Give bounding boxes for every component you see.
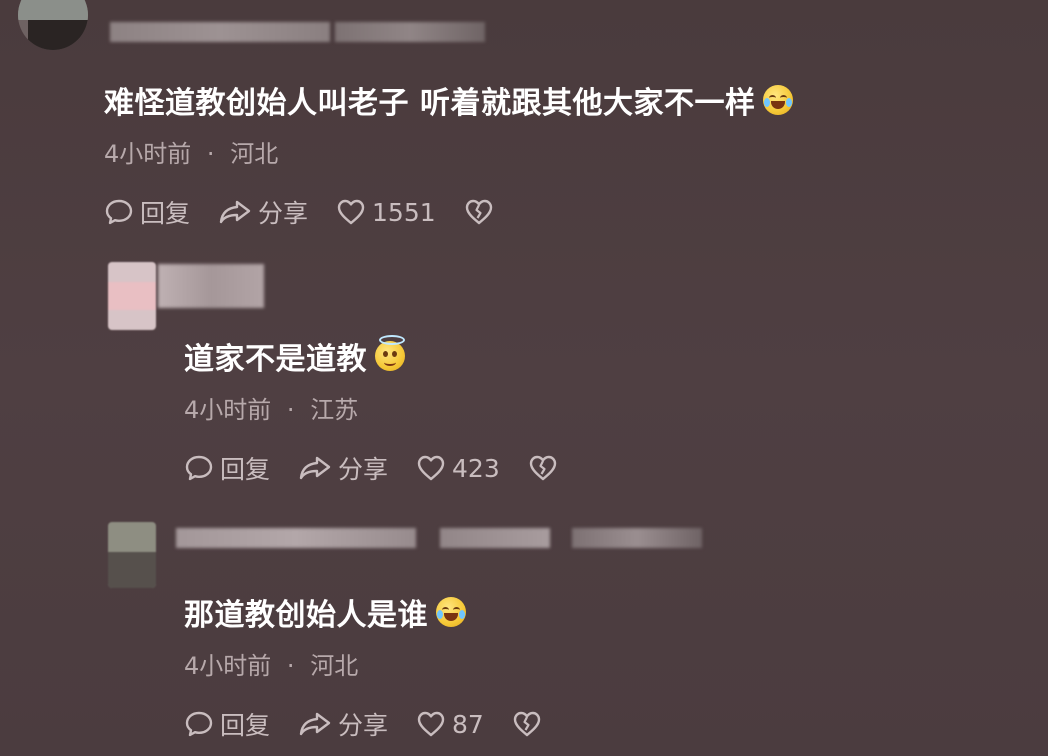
comment-text: 难怪道教创始人叫老子 听着就跟其他大家不一样 bbox=[104, 78, 794, 122]
comment-time: 4小时前 bbox=[184, 652, 272, 680]
share-label: 分享 bbox=[338, 711, 389, 740]
reply-label: 回复 bbox=[220, 711, 271, 740]
share-button[interactable]: 分享 bbox=[298, 706, 388, 742]
dislike-button[interactable] bbox=[512, 709, 548, 739]
comment-3: 那道教创始人是谁 4小时前 · 河北 回复 分享 87 bbox=[0, 506, 1048, 756]
reply-label: 回复 bbox=[140, 199, 191, 228]
comment-text-body: 那道教创始人是谁 bbox=[184, 598, 428, 633]
laugh-cry-emoji-icon bbox=[763, 85, 794, 115]
share-button[interactable]: 分享 bbox=[298, 450, 388, 486]
laugh-cry-emoji-icon bbox=[436, 597, 466, 627]
comment-1: 难怪道教创始人叫老子 听着就跟其他大家不一样 4小时前 · 河北 回复 分享 1… bbox=[0, 0, 1048, 240]
dislike-button[interactable] bbox=[464, 197, 500, 227]
broken-heart-icon bbox=[465, 199, 492, 225]
halo-smile-emoji-icon bbox=[375, 335, 405, 371]
username-blurred[interactable] bbox=[110, 22, 330, 42]
meta-separator: · bbox=[206, 140, 215, 168]
comment-actions: 回复 分享 1551 bbox=[104, 194, 528, 230]
like-button[interactable]: 1551 bbox=[336, 197, 436, 227]
comment-location: 河北 bbox=[230, 140, 279, 168]
like-button[interactable]: 423 bbox=[416, 453, 500, 483]
like-count: 1551 bbox=[372, 197, 436, 227]
share-label: 分享 bbox=[258, 199, 309, 228]
meta-separator: · bbox=[286, 396, 295, 424]
reply-bubble-icon bbox=[185, 455, 213, 481]
comment-actions: 回复 分享 87 bbox=[184, 706, 576, 742]
dislike-button[interactable] bbox=[528, 453, 564, 483]
broken-heart-icon bbox=[529, 455, 556, 481]
username-blurred[interactable] bbox=[176, 528, 416, 548]
reply-button[interactable]: 回复 bbox=[184, 450, 270, 486]
comment-text-body: 道家不是道教 bbox=[184, 342, 367, 377]
reply-label: 回复 bbox=[220, 455, 271, 484]
reply-button[interactable]: 回复 bbox=[104, 194, 190, 230]
comment-time: 4小时前 bbox=[104, 140, 192, 168]
reply-bubble-icon bbox=[105, 199, 133, 225]
share-label: 分享 bbox=[338, 455, 389, 484]
like-count: 423 bbox=[452, 453, 500, 483]
share-arrow-icon bbox=[299, 456, 331, 480]
like-button[interactable]: 87 bbox=[416, 709, 484, 739]
avatar[interactable] bbox=[108, 522, 156, 588]
comment-text: 那道教创始人是谁 bbox=[184, 590, 466, 634]
share-button[interactable]: 分享 bbox=[218, 194, 308, 230]
avatar[interactable] bbox=[18, 0, 88, 50]
comment-actions: 回复 分享 423 bbox=[184, 450, 592, 486]
comment-text-body: 难怪道教创始人叫老子 听着就跟其他大家不一样 bbox=[104, 86, 756, 121]
avatar[interactable] bbox=[108, 262, 156, 330]
heart-icon bbox=[337, 199, 365, 225]
comment-meta: 4小时前 · 河北 bbox=[104, 134, 278, 169]
reply-bubble-icon bbox=[185, 711, 213, 737]
comment-2: 道家不是道教 4小时前 · 江苏 回复 分享 423 bbox=[0, 250, 1048, 500]
username-blurred-extra bbox=[572, 528, 702, 548]
heart-icon bbox=[417, 455, 445, 481]
username-blurred-extra bbox=[335, 22, 485, 42]
comment-text: 道家不是道教 bbox=[184, 334, 405, 378]
share-arrow-icon bbox=[299, 712, 331, 736]
username-blurred-extra bbox=[440, 528, 550, 548]
reply-button[interactable]: 回复 bbox=[184, 706, 270, 742]
comment-meta: 4小时前 · 江苏 bbox=[184, 390, 358, 425]
comment-location: 河北 bbox=[310, 652, 359, 680]
comment-meta: 4小时前 · 河北 bbox=[184, 646, 358, 681]
broken-heart-icon bbox=[513, 711, 541, 737]
share-arrow-icon bbox=[219, 200, 251, 224]
comment-location: 江苏 bbox=[310, 396, 359, 424]
heart-icon bbox=[417, 711, 445, 737]
comment-time: 4小时前 bbox=[184, 396, 272, 424]
username-blurred[interactable] bbox=[158, 264, 264, 308]
like-count: 87 bbox=[452, 709, 484, 739]
meta-separator: · bbox=[286, 652, 295, 680]
